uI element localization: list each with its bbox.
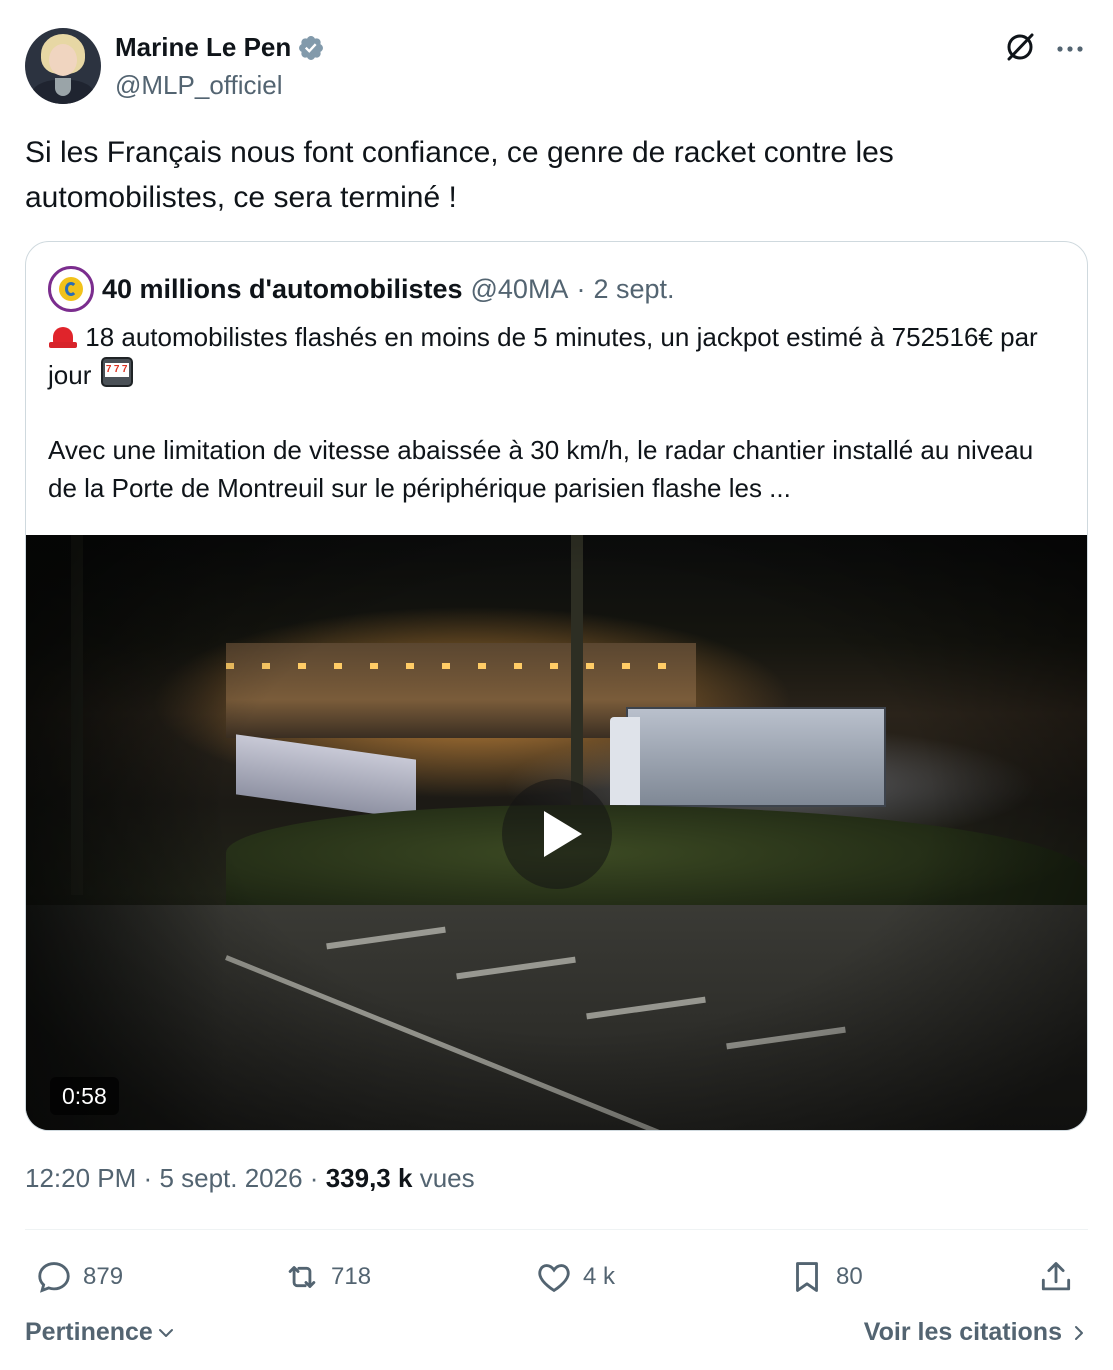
- views-label: vues: [419, 1163, 475, 1193]
- tweet-header: Marine Le Pen @MLP_officiel: [25, 28, 1088, 104]
- view-quotes-label: Voir les citations: [863, 1318, 1062, 1346]
- video-duration: 0:58: [50, 1077, 119, 1115]
- more-options-icon[interactable]: [1055, 34, 1085, 64]
- tweet-date[interactable]: 5 sept. 2026: [159, 1163, 302, 1193]
- views-count: 339,3 k: [325, 1163, 413, 1193]
- author-name-row: Marine Le Pen: [115, 32, 325, 63]
- quoted-line-1: 18 automobilistes flashés en moins de 5 …: [48, 322, 1038, 390]
- action-bar: 879 718 4 k 80: [25, 1250, 1088, 1304]
- quoted-tweet-card[interactable]: 40 millions d'automobilistes @40MA · 2 s…: [25, 241, 1088, 1131]
- like-button[interactable]: 4 k: [535, 1250, 615, 1304]
- quoted-author-handle[interactable]: @40MA: [471, 274, 569, 305]
- view-quotes-link[interactable]: Voir les citations: [864, 1318, 1088, 1347]
- quoted-tweet-text: 18 automobilistes flashés en moins de 5 …: [48, 318, 1068, 507]
- divider: [25, 1229, 1088, 1230]
- quoted-avatar[interactable]: [48, 266, 94, 312]
- verified-badge-icon: [299, 35, 324, 60]
- chevron-right-icon: [1075, 1325, 1083, 1340]
- retweet-icon: [288, 1266, 316, 1288]
- quoted-tweet-header: 40 millions d'automobilistes @40MA · 2 s…: [48, 266, 675, 312]
- chevron-down-icon: [158, 1328, 173, 1337]
- tweet-text: Si les Français nous font confiance, ce …: [25, 136, 894, 214]
- tweet-meta: 12:20 PM · 5 sept. 2026 · 339,3 k vues: [25, 1163, 475, 1193]
- bookmark-icon: [796, 1262, 818, 1292]
- quoted-date[interactable]: 2 sept.: [593, 274, 674, 305]
- author-handle[interactable]: @MLP_officiel: [115, 70, 283, 101]
- heart-icon: [538, 1264, 570, 1293]
- quoted-line-2: Avec une limitation de vitesse abaissée …: [48, 435, 1034, 503]
- replies-footer: Pertinence Voir les citations: [25, 1318, 1088, 1358]
- slot-machine-icon: 777: [99, 357, 135, 387]
- bookmark-button[interactable]: 80: [788, 1250, 863, 1304]
- avatar[interactable]: [25, 28, 101, 104]
- quoted-paragraph-1: 18 automobilistes flashés en moins de 5 …: [48, 318, 1068, 394]
- quoted-author-name[interactable]: 40 millions d'automobilistes: [102, 274, 463, 305]
- sort-dropdown[interactable]: Pertinence: [25, 1318, 177, 1347]
- play-icon: [544, 811, 582, 857]
- share-icon: [1041, 1262, 1071, 1291]
- video-player[interactable]: [26, 535, 1087, 1130]
- siren-icon: [48, 325, 78, 349]
- retweet-count: 718: [331, 1263, 372, 1290]
- play-button[interactable]: [502, 779, 612, 889]
- reply-icon: [38, 1262, 70, 1293]
- quoted-separator: ·: [576, 273, 586, 304]
- sort-label: Pertinence: [25, 1318, 153, 1346]
- like-count: 4 k: [583, 1263, 616, 1290]
- author-name[interactable]: Marine Le Pen: [115, 32, 291, 63]
- bookmark-count: 80: [836, 1263, 863, 1290]
- retweet-button[interactable]: 718: [283, 1250, 371, 1304]
- tweet-time[interactable]: 12:20 PM: [25, 1163, 136, 1193]
- grok-icon[interactable]: [1003, 30, 1037, 64]
- share-button[interactable]: [1037, 1250, 1075, 1304]
- reply-button[interactable]: 879: [35, 1250, 123, 1304]
- reply-count: 879: [83, 1263, 124, 1290]
